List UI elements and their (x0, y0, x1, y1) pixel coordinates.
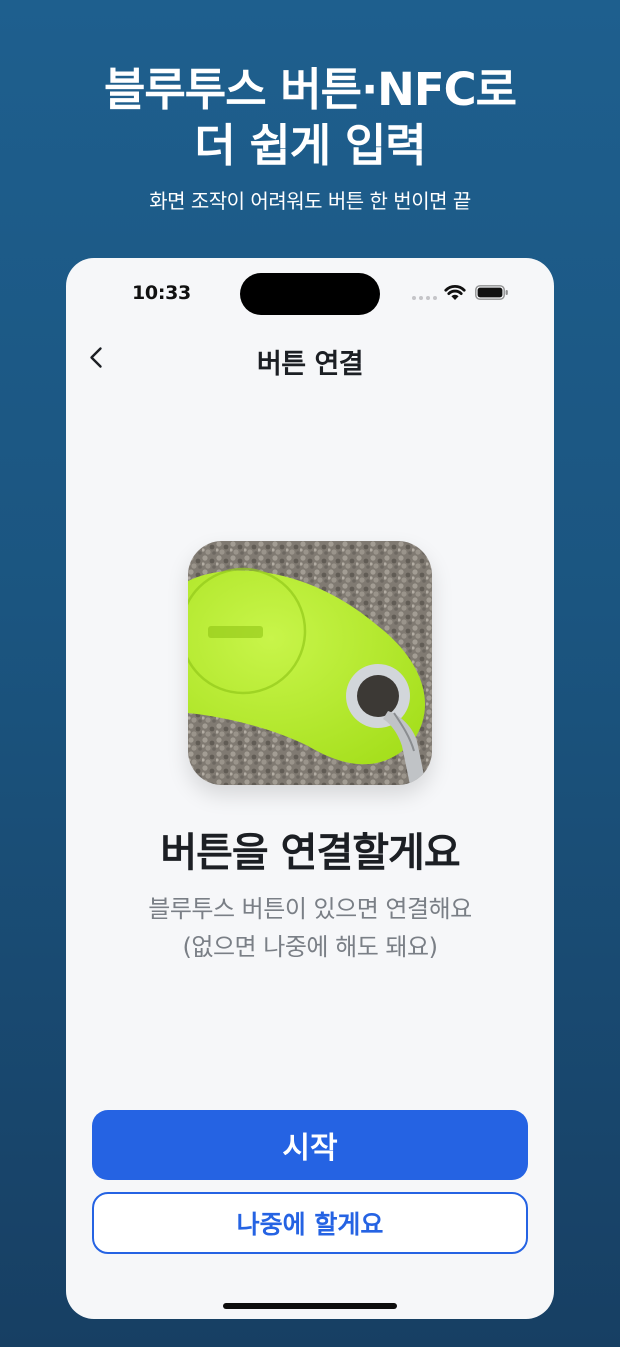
cellular-signal-icon (412, 296, 438, 302)
status-time: 10:33 (132, 282, 191, 304)
promo-subtitle: 화면 조작이 어려워도 버튼 한 번이면 끝 (149, 189, 471, 213)
dynamic-island (240, 273, 380, 315)
main-description: 블루투스 버튼이 있으면 연결해요 (없으면 나중에 해도 돼요) (66, 890, 554, 966)
battery-icon (475, 285, 508, 300)
nav-title: 버튼 연결 (256, 349, 364, 380)
main-heading: 버튼을 연결할게요 (160, 830, 460, 876)
status-bar: 10:33 (66, 258, 554, 328)
promo-title-line-1: 블루투스 버튼·NFC로 (104, 63, 517, 116)
later-button[interactable]: 나중에 할게요 (92, 1192, 528, 1254)
bluetooth-button-image (188, 541, 432, 785)
promo-title-line-2: 더 쉽게 입력 (194, 119, 426, 172)
start-button[interactable]: 시작 (92, 1110, 528, 1180)
nav-bar: 버튼 연결 (66, 334, 554, 384)
description-line-2: (없으면 나중에 해도 돼요) (182, 933, 438, 961)
phone-screen: 10:33 버튼 연결 버튼을 연결할게요 블루투스 버튼이 있으면 연결해요 … (66, 258, 554, 1319)
wifi-icon (444, 285, 466, 300)
promo-title: 블루투스 버튼·NFC로 더 쉽게 입력 (0, 62, 620, 174)
home-indicator[interactable] (223, 1303, 397, 1309)
description-line-1: 블루투스 버튼이 있으면 연결해요 (148, 895, 472, 923)
